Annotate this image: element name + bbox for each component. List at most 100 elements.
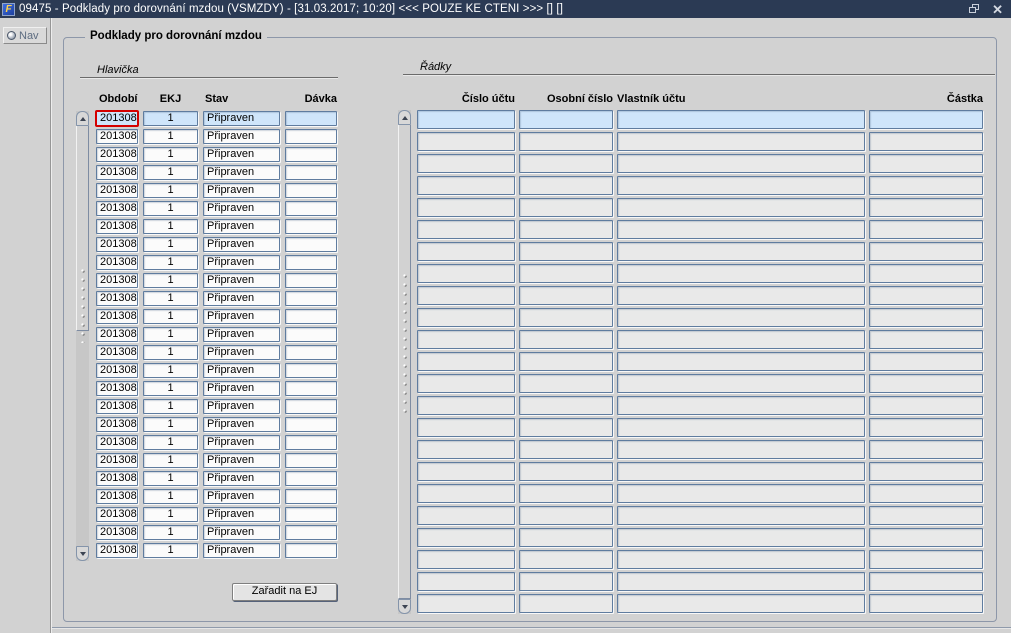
radky-field-vlastnik[interactable] [617, 352, 865, 371]
radky-scroll-down-icon[interactable] [398, 599, 411, 614]
hlavicka-field-obdobi[interactable]: 201308 [96, 543, 138, 558]
hlavicka-field-ekj[interactable]: 1 [143, 507, 198, 522]
hlavicka-field-ekj[interactable]: 1 [143, 543, 198, 558]
hlavicka-field-ekj[interactable]: 1 [143, 489, 198, 504]
radky-field-cislo[interactable] [417, 572, 515, 591]
radky-field-castka[interactable] [869, 572, 983, 591]
radky-field-osobni[interactable] [519, 220, 613, 239]
hlavicka-field-ekj[interactable]: 1 [143, 435, 198, 450]
hlavicka-field-stav[interactable]: Připraven [203, 453, 280, 468]
hlavicka-field-ekj[interactable]: 1 [143, 291, 198, 306]
hlavicka-field-obdobi[interactable]: 201308 [96, 417, 138, 432]
hlavicka-field-stav[interactable]: Připraven [203, 345, 280, 360]
hlavicka-field-obdobi[interactable]: 201308 [96, 309, 138, 324]
hlavicka-field-stav[interactable]: Připraven [203, 507, 280, 522]
hlavicka-field-ekj[interactable]: 1 [143, 255, 198, 270]
hlavicka-field-obdobi[interactable]: 201308 [96, 237, 138, 252]
hlavicka-field-stav[interactable]: Připraven [203, 471, 280, 486]
radky-field-vlastnik[interactable] [617, 176, 865, 195]
hlavicka-field-davka[interactable] [285, 111, 337, 126]
radky-field-vlastnik[interactable] [617, 374, 865, 393]
radky-field-cislo[interactable] [417, 352, 515, 371]
radky-field-castka[interactable] [869, 308, 983, 327]
hlavicka-field-davka[interactable] [285, 291, 337, 306]
hlavicka-field-obdobi[interactable]: 201308 [96, 129, 138, 144]
radky-field-castka[interactable] [869, 286, 983, 305]
radky-field-cislo[interactable] [417, 308, 515, 327]
radky-field-vlastnik[interactable] [617, 242, 865, 261]
hlavicka-field-stav[interactable]: Připraven [203, 309, 280, 324]
hlavicka-field-davka[interactable] [285, 327, 337, 342]
radky-field-cislo[interactable] [417, 198, 515, 217]
close-window-icon[interactable]: ✕ [992, 3, 1003, 16]
radky-field-osobni[interactable] [519, 396, 613, 415]
hlavicka-field-stav[interactable]: Připraven [203, 237, 280, 252]
radky-field-osobni[interactable] [519, 550, 613, 569]
radky-field-cislo[interactable] [417, 528, 515, 547]
hlavicka-field-ekj[interactable]: 1 [143, 111, 198, 126]
radky-field-cislo[interactable] [417, 220, 515, 239]
hlavicka-field-davka[interactable] [285, 453, 337, 468]
hlavicka-field-stav[interactable]: Připraven [203, 201, 280, 216]
radky-field-osobni[interactable] [519, 198, 613, 217]
hlavicka-field-ekj[interactable]: 1 [143, 399, 198, 414]
radky-field-vlastnik[interactable] [617, 330, 865, 349]
hlavicka-field-stav[interactable]: Připraven [203, 363, 280, 378]
radky-field-castka[interactable] [869, 352, 983, 371]
radky-field-castka[interactable] [869, 462, 983, 481]
radky-field-cislo[interactable] [417, 264, 515, 283]
radky-field-castka[interactable] [869, 374, 983, 393]
hlavicka-field-stav[interactable]: Připraven [203, 111, 280, 126]
hlavicka-field-obdobi[interactable]: 201308 [96, 489, 138, 504]
hlavicka-field-davka[interactable] [285, 255, 337, 270]
radky-field-osobni[interactable] [519, 154, 613, 173]
hlavicka-field-obdobi[interactable]: 201308 [96, 183, 138, 198]
hlavicka-field-stav[interactable]: Připraven [203, 417, 280, 432]
radky-scrollbar[interactable] [398, 110, 411, 614]
hlavicka-field-stav[interactable]: Připraven [203, 165, 280, 180]
hlavicka-field-obdobi[interactable]: 201308 [96, 255, 138, 270]
radky-field-castka[interactable] [869, 198, 983, 217]
radky-field-vlastnik[interactable] [617, 506, 865, 525]
radky-field-cislo[interactable] [417, 506, 515, 525]
hlavicka-field-stav[interactable]: Připraven [203, 129, 280, 144]
restore-window-icon[interactable] [969, 4, 980, 14]
radky-field-osobni[interactable] [519, 132, 613, 151]
hlavicka-field-stav[interactable]: Připraven [203, 219, 280, 234]
hlavicka-field-obdobi[interactable]: 201308 [96, 345, 138, 360]
radky-field-castka[interactable] [869, 440, 983, 459]
hlavicka-field-davka[interactable] [285, 237, 337, 252]
hlavicka-field-obdobi[interactable]: 201308 [96, 525, 138, 540]
hlavicka-field-stav[interactable]: Připraven [203, 435, 280, 450]
radky-field-osobni[interactable] [519, 264, 613, 283]
hlavicka-field-stav[interactable]: Připraven [203, 183, 280, 198]
hlavicka-field-davka[interactable] [285, 147, 337, 162]
hlavicka-field-ekj[interactable]: 1 [143, 147, 198, 162]
radky-field-castka[interactable] [869, 594, 983, 613]
radky-field-cislo[interactable] [417, 418, 515, 437]
radky-field-cislo[interactable] [417, 374, 515, 393]
radky-field-castka[interactable] [869, 242, 983, 261]
hlavicka-field-obdobi[interactable]: 201308 [96, 165, 138, 180]
radky-field-osobni[interactable] [519, 286, 613, 305]
radky-field-castka[interactable] [869, 550, 983, 569]
radky-field-castka[interactable] [869, 330, 983, 349]
radky-field-cislo[interactable] [417, 176, 515, 195]
hlavicka-field-davka[interactable] [285, 435, 337, 450]
radky-field-vlastnik[interactable] [617, 286, 865, 305]
radky-field-vlastnik[interactable] [617, 418, 865, 437]
radky-field-cislo[interactable] [417, 440, 515, 459]
radky-field-vlastnik[interactable] [617, 528, 865, 547]
hlavicka-field-obdobi[interactable]: 201308 [96, 453, 138, 468]
hlavicka-field-stav[interactable]: Připraven [203, 255, 280, 270]
hlavicka-field-davka[interactable] [285, 525, 337, 540]
hlavicka-field-stav[interactable]: Připraven [203, 399, 280, 414]
hlavicka-field-davka[interactable] [285, 129, 337, 144]
radky-field-vlastnik[interactable] [617, 550, 865, 569]
radky-field-osobni[interactable] [519, 418, 613, 437]
hlavicka-field-obdobi[interactable]: 201308 [96, 399, 138, 414]
radky-field-vlastnik[interactable] [617, 462, 865, 481]
radky-field-castka[interactable] [869, 220, 983, 239]
radky-field-castka[interactable] [869, 110, 983, 129]
radky-field-osobni[interactable] [519, 110, 613, 129]
